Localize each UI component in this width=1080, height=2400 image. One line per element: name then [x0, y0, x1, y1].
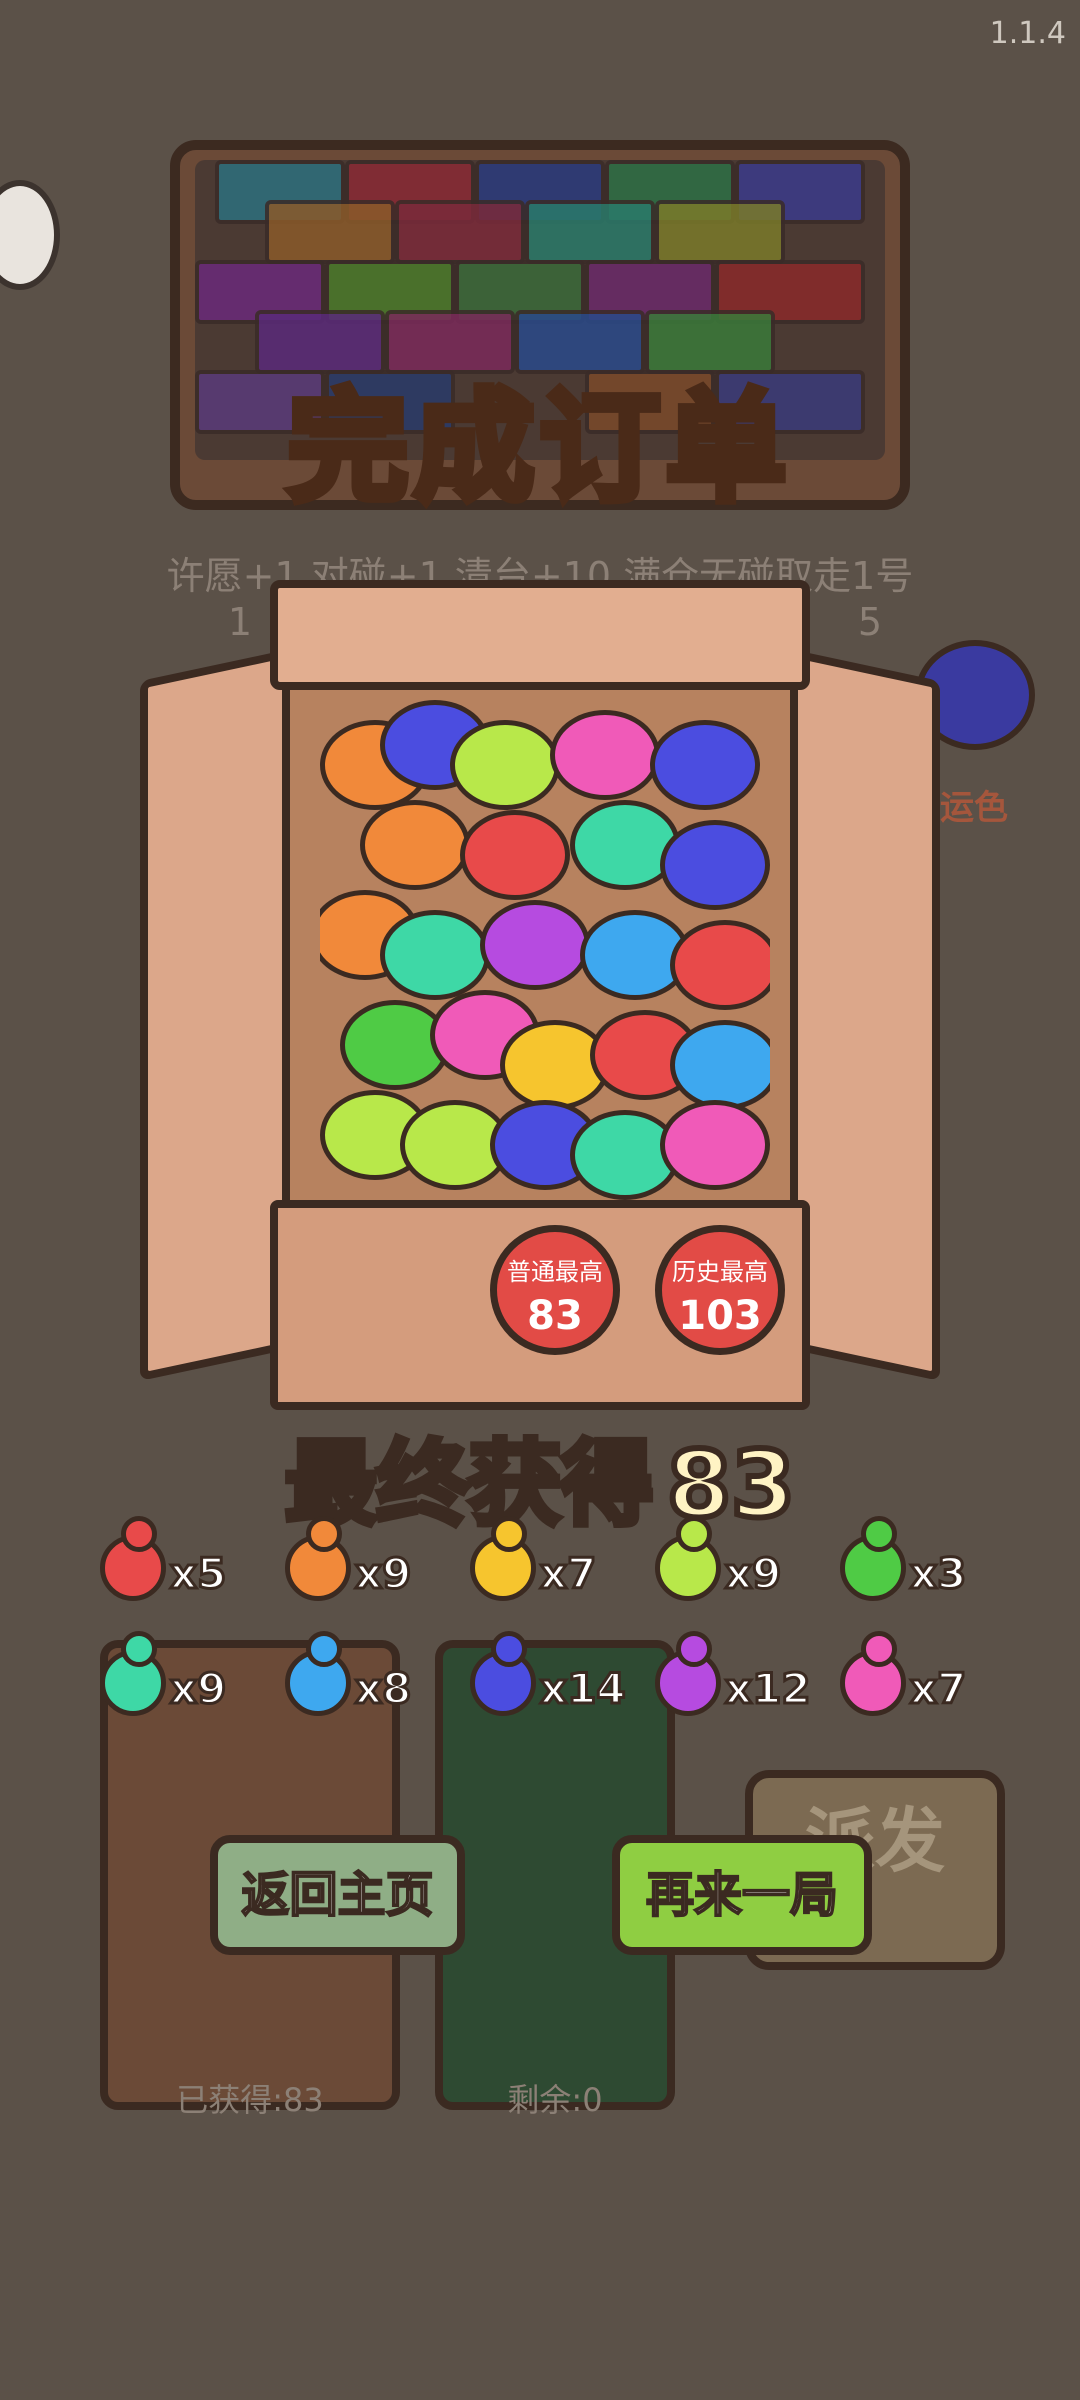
chat-bubble-icon[interactable]	[0, 180, 60, 290]
indigo-turtle-icon	[470, 1631, 536, 1716]
red-turtle-icon	[100, 1516, 166, 1601]
green-turtle-icon	[840, 1516, 906, 1601]
pile-turtle	[660, 820, 770, 910]
turtle-count: x5	[168, 1548, 227, 1600]
pack	[525, 200, 655, 264]
final-score-label: 最终获得	[282, 1428, 656, 1541]
turtle-count: x9	[353, 1548, 412, 1600]
normal-best-label: 普通最高	[507, 1258, 603, 1286]
turtle-count: x7	[908, 1663, 967, 1715]
turtle-count-item: x5	[90, 1516, 274, 1635]
pile-turtle	[460, 810, 570, 900]
orange-turtle-icon	[285, 1516, 351, 1601]
turtle-count-item: x14	[460, 1631, 644, 1750]
pile-turtle	[360, 800, 470, 890]
version-label: 1.1.4	[989, 16, 1066, 51]
turtle-count: x3	[908, 1548, 967, 1600]
luck-label: 运色	[940, 788, 1008, 828]
purple-turtle-icon	[655, 1631, 721, 1716]
pile-turtle	[550, 710, 660, 800]
turtle-count-item: x9	[275, 1516, 459, 1635]
yellow-turtle-icon	[470, 1516, 536, 1601]
box-flap-left	[140, 649, 290, 1381]
pile-turtle	[670, 920, 770, 1010]
history-best-label: 历史最高	[672, 1258, 768, 1286]
pile-turtle	[670, 1020, 770, 1110]
turtle-count-item: x7	[460, 1516, 644, 1635]
remaining-label: 剩余:0	[507, 2081, 603, 2119]
pack	[395, 200, 525, 264]
return-home-button[interactable]: 返回主页	[210, 1835, 465, 1955]
box-flap-right	[790, 649, 940, 1381]
play-again-button[interactable]: 再来一局	[612, 1835, 872, 1955]
pile-turtle	[480, 900, 590, 990]
obtained-label: 已获得:83	[176, 2081, 324, 2119]
pack	[265, 200, 395, 264]
turtle-count-item: x8	[275, 1631, 459, 1750]
final-score: 最终获得 83	[0, 1410, 1080, 1543]
box-flap-top	[270, 580, 810, 690]
blue-turtle-icon	[285, 1631, 351, 1716]
complete-order-title: 完成订单	[284, 375, 792, 522]
pack	[655, 200, 785, 264]
pink-turtle-icon	[840, 1631, 906, 1716]
pile-turtle	[450, 720, 560, 810]
normal-best-badge: 普通最高 83	[490, 1225, 620, 1355]
turtle-count-item: x3	[830, 1516, 1014, 1635]
turtle-count: x9	[168, 1663, 227, 1715]
pile-turtle	[650, 720, 760, 810]
normal-best-value: 83	[527, 1293, 583, 1339]
pile-turtle	[380, 910, 490, 1000]
teal-turtle-icon	[100, 1631, 166, 1716]
turtle-count-item: x9	[90, 1631, 274, 1750]
turtle-count: x9	[723, 1548, 782, 1600]
turtle-count-grid: x5 x9 x7 x9 x3 x9 x8 x14 x12 x7	[90, 1516, 1010, 1765]
turtle-count: x12	[724, 1663, 813, 1715]
lime-turtle-icon	[655, 1516, 721, 1601]
turtle-count: x8	[353, 1663, 412, 1715]
turtle-count: x7	[538, 1548, 597, 1600]
turtle-pile	[320, 700, 770, 1200]
turtle-count-item: x9	[645, 1516, 829, 1635]
turtle-count-item: x7	[830, 1631, 1014, 1750]
history-best-badge: 历史最高 103	[655, 1225, 785, 1355]
history-best-value: 103	[678, 1293, 762, 1339]
turtle-count-item: x12	[645, 1631, 829, 1750]
turtle-count: x14	[539, 1663, 628, 1715]
pile-turtle	[660, 1100, 770, 1190]
